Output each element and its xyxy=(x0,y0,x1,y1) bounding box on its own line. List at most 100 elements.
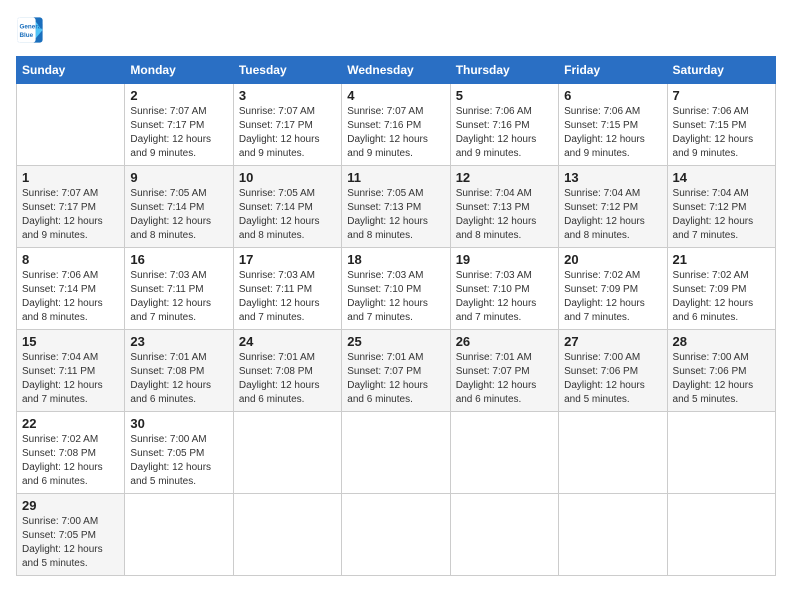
sunrise-label: Sunrise: 7:03 AM xyxy=(130,270,206,281)
sunrise-label: Sunrise: 7:05 AM xyxy=(347,188,423,199)
header-thursday: Thursday xyxy=(450,57,558,84)
daylight-label: Daylight: 12 hours and 9 minutes. xyxy=(239,134,320,159)
sunset-label: Sunset: 7:12 PM xyxy=(564,202,638,213)
calendar-body: 2 Sunrise: 7:07 AM Sunset: 7:17 PM Dayli… xyxy=(17,84,776,576)
calendar-cell: 22 Sunrise: 7:02 AM Sunset: 7:08 PM Dayl… xyxy=(17,412,125,494)
daylight-label: Daylight: 12 hours and 7 minutes. xyxy=(22,380,103,405)
calendar-cell xyxy=(559,412,667,494)
sunrise-label: Sunrise: 7:03 AM xyxy=(347,270,423,281)
calendar-week-1: 1 Sunrise: 7:07 AM Sunset: 7:17 PM Dayli… xyxy=(17,166,776,248)
calendar-cell: 7 Sunrise: 7:06 AM Sunset: 7:15 PM Dayli… xyxy=(667,84,775,166)
calendar-cell: 23 Sunrise: 7:01 AM Sunset: 7:08 PM Dayl… xyxy=(125,330,233,412)
calendar-cell: 15 Sunrise: 7:04 AM Sunset: 7:11 PM Dayl… xyxy=(17,330,125,412)
sunrise-label: Sunrise: 7:07 AM xyxy=(130,106,206,117)
day-info: Sunrise: 7:00 AM Sunset: 7:05 PM Dayligh… xyxy=(22,515,119,571)
calendar-cell: 20 Sunrise: 7:02 AM Sunset: 7:09 PM Dayl… xyxy=(559,248,667,330)
daylight-label: Daylight: 12 hours and 8 minutes. xyxy=(456,216,537,241)
day-info: Sunrise: 7:05 AM Sunset: 7:14 PM Dayligh… xyxy=(130,187,227,243)
sunset-label: Sunset: 7:05 PM xyxy=(130,448,204,459)
sunrise-label: Sunrise: 7:02 AM xyxy=(22,434,98,445)
day-info: Sunrise: 7:03 AM Sunset: 7:10 PM Dayligh… xyxy=(347,269,444,325)
day-number: 18 xyxy=(347,252,444,267)
sunrise-label: Sunrise: 7:03 AM xyxy=(456,270,532,281)
sunset-label: Sunset: 7:13 PM xyxy=(347,202,421,213)
calendar-cell: 9 Sunrise: 7:05 AM Sunset: 7:14 PM Dayli… xyxy=(125,166,233,248)
day-number: 16 xyxy=(130,252,227,267)
sunrise-label: Sunrise: 7:01 AM xyxy=(130,352,206,363)
sunrise-label: Sunrise: 7:06 AM xyxy=(456,106,532,117)
day-info: Sunrise: 7:07 AM Sunset: 7:17 PM Dayligh… xyxy=(130,105,227,161)
daylight-label: Daylight: 12 hours and 8 minutes. xyxy=(22,298,103,323)
calendar-week-3: 15 Sunrise: 7:04 AM Sunset: 7:11 PM Dayl… xyxy=(17,330,776,412)
day-info: Sunrise: 7:06 AM Sunset: 7:14 PM Dayligh… xyxy=(22,269,119,325)
day-info: Sunrise: 7:02 AM Sunset: 7:09 PM Dayligh… xyxy=(673,269,770,325)
sunrise-label: Sunrise: 7:01 AM xyxy=(239,352,315,363)
sunset-label: Sunset: 7:08 PM xyxy=(130,366,204,377)
calendar-cell xyxy=(17,84,125,166)
day-info: Sunrise: 7:00 AM Sunset: 7:06 PM Dayligh… xyxy=(673,351,770,407)
sunset-label: Sunset: 7:17 PM xyxy=(239,120,313,131)
day-info: Sunrise: 7:06 AM Sunset: 7:15 PM Dayligh… xyxy=(564,105,661,161)
sunset-label: Sunset: 7:16 PM xyxy=(347,120,421,131)
header-friday: Friday xyxy=(559,57,667,84)
daylight-label: Daylight: 12 hours and 8 minutes. xyxy=(239,216,320,241)
header-saturday: Saturday xyxy=(667,57,775,84)
calendar-cell: 13 Sunrise: 7:04 AM Sunset: 7:12 PM Dayl… xyxy=(559,166,667,248)
daylight-label: Daylight: 12 hours and 8 minutes. xyxy=(130,216,211,241)
header-wednesday: Wednesday xyxy=(342,57,450,84)
sunrise-label: Sunrise: 7:07 AM xyxy=(22,188,98,199)
sunset-label: Sunset: 7:06 PM xyxy=(673,366,747,377)
calendar-cell xyxy=(233,412,341,494)
day-info: Sunrise: 7:06 AM Sunset: 7:16 PM Dayligh… xyxy=(456,105,553,161)
sunrise-label: Sunrise: 7:00 AM xyxy=(22,516,98,527)
sunset-label: Sunset: 7:06 PM xyxy=(564,366,638,377)
daylight-label: Daylight: 12 hours and 5 minutes. xyxy=(673,380,754,405)
day-info: Sunrise: 7:04 AM Sunset: 7:12 PM Dayligh… xyxy=(564,187,661,243)
calendar-cell: 25 Sunrise: 7:01 AM Sunset: 7:07 PM Dayl… xyxy=(342,330,450,412)
sunset-label: Sunset: 7:11 PM xyxy=(239,284,312,295)
calendar-cell: 21 Sunrise: 7:02 AM Sunset: 7:09 PM Dayl… xyxy=(667,248,775,330)
calendar-table: SundayMondayTuesdayWednesdayThursdayFrid… xyxy=(16,56,776,576)
sunrise-label: Sunrise: 7:06 AM xyxy=(22,270,98,281)
calendar-cell xyxy=(342,412,450,494)
sunset-label: Sunset: 7:05 PM xyxy=(22,530,96,541)
sunset-label: Sunset: 7:08 PM xyxy=(22,448,96,459)
sunrise-label: Sunrise: 7:00 AM xyxy=(564,352,640,363)
daylight-label: Daylight: 12 hours and 7 minutes. xyxy=(456,298,537,323)
svg-text:Blue: Blue xyxy=(20,32,34,39)
day-info: Sunrise: 7:03 AM Sunset: 7:11 PM Dayligh… xyxy=(239,269,336,325)
calendar-cell: 16 Sunrise: 7:03 AM Sunset: 7:11 PM Dayl… xyxy=(125,248,233,330)
day-info: Sunrise: 7:04 AM Sunset: 7:12 PM Dayligh… xyxy=(673,187,770,243)
calendar-cell: 24 Sunrise: 7:01 AM Sunset: 7:08 PM Dayl… xyxy=(233,330,341,412)
sunrise-label: Sunrise: 7:00 AM xyxy=(673,352,749,363)
day-info: Sunrise: 7:05 AM Sunset: 7:13 PM Dayligh… xyxy=(347,187,444,243)
sunset-label: Sunset: 7:15 PM xyxy=(673,120,747,131)
day-info: Sunrise: 7:00 AM Sunset: 7:05 PM Dayligh… xyxy=(130,433,227,489)
day-number: 29 xyxy=(22,498,119,513)
calendar-cell xyxy=(342,494,450,576)
day-number: 22 xyxy=(22,416,119,431)
day-info: Sunrise: 7:01 AM Sunset: 7:07 PM Dayligh… xyxy=(456,351,553,407)
day-info: Sunrise: 7:07 AM Sunset: 7:17 PM Dayligh… xyxy=(239,105,336,161)
sunrise-label: Sunrise: 7:04 AM xyxy=(456,188,532,199)
daylight-label: Daylight: 12 hours and 9 minutes. xyxy=(564,134,645,159)
day-info: Sunrise: 7:01 AM Sunset: 7:08 PM Dayligh… xyxy=(130,351,227,407)
day-number: 23 xyxy=(130,334,227,349)
day-number: 8 xyxy=(22,252,119,267)
sunrise-label: Sunrise: 7:00 AM xyxy=(130,434,206,445)
calendar-cell: 3 Sunrise: 7:07 AM Sunset: 7:17 PM Dayli… xyxy=(233,84,341,166)
day-number: 4 xyxy=(347,88,444,103)
daylight-label: Daylight: 12 hours and 6 minutes. xyxy=(22,462,103,487)
sunrise-label: Sunrise: 7:02 AM xyxy=(564,270,640,281)
daylight-label: Daylight: 12 hours and 7 minutes. xyxy=(239,298,320,323)
day-info: Sunrise: 7:01 AM Sunset: 7:07 PM Dayligh… xyxy=(347,351,444,407)
day-number: 6 xyxy=(564,88,661,103)
sunset-label: Sunset: 7:07 PM xyxy=(347,366,421,377)
daylight-label: Daylight: 12 hours and 9 minutes. xyxy=(456,134,537,159)
sunset-label: Sunset: 7:17 PM xyxy=(22,202,96,213)
daylight-label: Daylight: 12 hours and 7 minutes. xyxy=(347,298,428,323)
calendar-cell: 8 Sunrise: 7:06 AM Sunset: 7:14 PM Dayli… xyxy=(17,248,125,330)
day-info: Sunrise: 7:03 AM Sunset: 7:10 PM Dayligh… xyxy=(456,269,553,325)
calendar-cell: 17 Sunrise: 7:03 AM Sunset: 7:11 PM Dayl… xyxy=(233,248,341,330)
calendar-cell: 27 Sunrise: 7:00 AM Sunset: 7:06 PM Dayl… xyxy=(559,330,667,412)
